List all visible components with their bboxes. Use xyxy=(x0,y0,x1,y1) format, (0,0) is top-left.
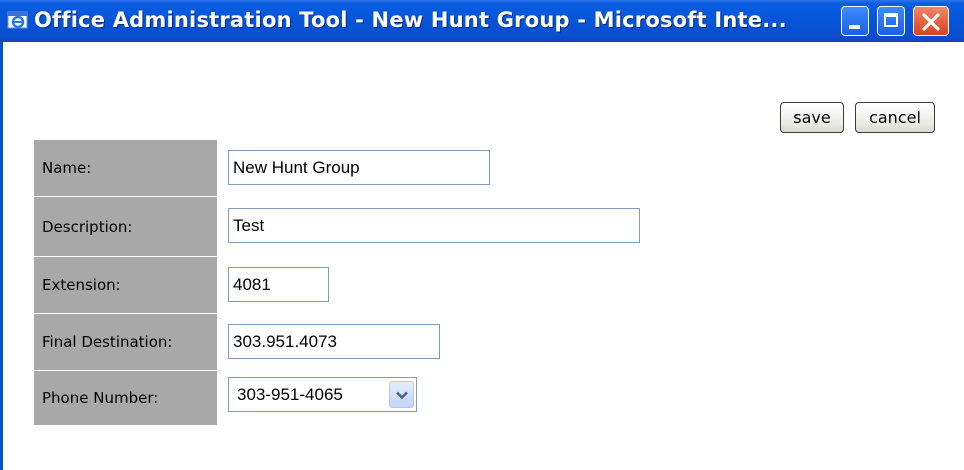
close-button[interactable] xyxy=(913,6,949,36)
name-input[interactable] xyxy=(228,150,490,185)
extension-input[interactable] xyxy=(228,267,329,302)
dropdown-button[interactable] xyxy=(389,381,414,408)
window-title: Office Administration Tool - New Hunt Gr… xyxy=(34,8,787,32)
window-border xyxy=(0,42,3,470)
chevron-down-icon xyxy=(396,391,408,400)
minimize-icon xyxy=(849,25,860,29)
description-input[interactable] xyxy=(228,208,640,243)
minimize-button[interactable] xyxy=(841,6,869,36)
phone-number-label: Phone Number: xyxy=(34,371,217,425)
ie-window-icon[interactable] xyxy=(7,9,29,31)
maximize-icon xyxy=(884,13,898,27)
window-titlebar[interactable]: Office Administration Tool - New Hunt Gr… xyxy=(0,0,964,42)
final-destination-input[interactable] xyxy=(228,324,440,359)
maximize-button[interactable] xyxy=(877,6,905,36)
close-icon xyxy=(922,13,940,31)
cancel-button[interactable]: cancel xyxy=(855,102,935,133)
phone-number-select[interactable]: 303-951-4065 xyxy=(228,377,417,412)
name-label: Name: xyxy=(34,140,217,196)
description-label: Description: xyxy=(34,197,217,256)
phone-number-selected-value: 303-951-4065 xyxy=(237,385,343,404)
extension-label: Extension: xyxy=(34,257,217,313)
final-destination-label: Final Destination: xyxy=(34,314,217,370)
save-button[interactable]: save xyxy=(780,102,844,133)
